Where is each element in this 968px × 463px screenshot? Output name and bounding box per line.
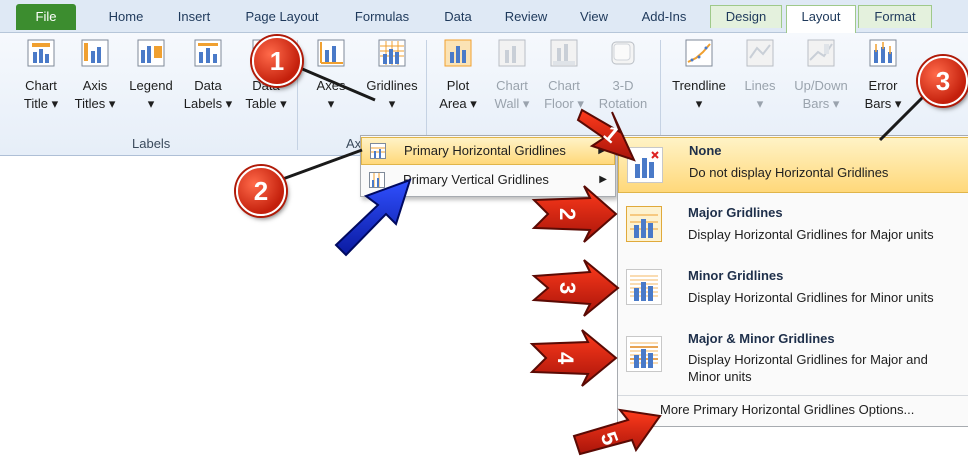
arrow-number-4: 4	[553, 352, 578, 365]
callout-2-leader	[279, 148, 363, 182]
arrow-number-2: 2	[555, 208, 580, 220]
callout-1: 1	[252, 36, 302, 86]
callout-3-leader	[878, 88, 932, 142]
callout-3: 3	[918, 56, 968, 106]
blue-arrow-icon	[334, 178, 412, 257]
arrow-number-3: 3	[555, 282, 580, 294]
callout-1-leader	[299, 66, 376, 102]
annotation-overlay: 1 2 3 4 5	[279, 66, 932, 456]
callout-2: 2	[236, 166, 286, 216]
